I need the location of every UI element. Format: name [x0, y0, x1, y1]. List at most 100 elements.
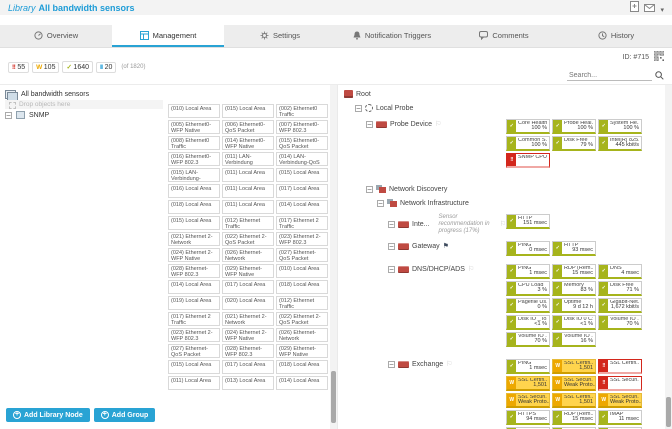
sensor-cell[interactable]: (015) Local Area — [222, 104, 274, 118]
sensor-cell[interactable]: (021) Ethernet 2-Network — [222, 312, 274, 326]
right-scrollbar[interactable] — [665, 85, 672, 429]
tree-node[interactable]: Root — [342, 89, 506, 99]
sensor-cell[interactable]: (015) Local Area — [168, 216, 220, 230]
sensor-cell[interactable]: (018) Local Area — [276, 360, 328, 374]
sensor-cell[interactable]: (017) Local Area — [276, 184, 328, 198]
sensor-badge[interactable]: ✓ Core Health 100 % — [506, 119, 550, 134]
tree-node[interactable]: Network Infrastructure — [342, 198, 506, 208]
collapse-icon[interactable] — [388, 360, 395, 368]
sensor-badge[interactable]: ✓ Probe Heal... 100 % — [552, 119, 596, 134]
new-report-icon[interactable] — [630, 0, 640, 17]
tree-node[interactable]: Probe Device ⚐ — [342, 119, 506, 129]
sensor-cell[interactable]: (027) Ethernet-QoS Packet — [168, 344, 220, 358]
sensor-cell[interactable]: (013) Local Area — [222, 376, 274, 390]
sensor-badge[interactable]: ✓ Pagefile Us... 0 % — [506, 298, 550, 313]
status-count[interactable]: !! 55 — [8, 61, 30, 73]
collapse-icon[interactable] — [388, 221, 395, 228]
collapse-icon[interactable] — [5, 111, 12, 119]
status-count[interactable]: II 20 — [96, 61, 117, 73]
flag-icon[interactable]: ⚐ — [435, 120, 441, 128]
sensor-cell[interactable]: (020) Local Area — [222, 296, 274, 310]
tree-node[interactable]: Inte... Sensor recommendation in progres… — [342, 214, 506, 235]
sensor-cell[interactable]: (024) Ethernet 2-WFP Native — [222, 328, 274, 342]
tab-history[interactable]: History — [560, 25, 672, 47]
sensor-cell[interactable]: (019) Local Area — [168, 296, 220, 310]
tree-node[interactable]: Local Probe — [342, 103, 506, 113]
sensor-cell[interactable]: (014) LAN-Verbindung-QoS — [276, 152, 328, 166]
sensor-badge[interactable]: ✓ System He... 100 % — [598, 119, 642, 134]
sensor-cell[interactable]: (007) Ethernet0-WFP 802.3 — [276, 120, 328, 134]
tree-node[interactable]: Network Discovery — [342, 184, 506, 194]
add-library-node-button[interactable]: Add Library Node — [6, 408, 90, 422]
status-count[interactable]: ✓ 1640 — [62, 61, 93, 73]
sensor-cell[interactable]: (005) Ethernet0-WFP Native — [168, 120, 220, 134]
left-scrollbar-thumb[interactable] — [331, 371, 336, 423]
sensor-badge[interactable]: W SSL Certifi... 1,501 — [552, 393, 596, 408]
sensor-cell[interactable]: (006) Ethernet0-QoS Packet — [222, 120, 274, 134]
sensor-cell[interactable]: (010) Local Area — [168, 104, 220, 118]
tree-node[interactable]: Exchange ⚐ — [342, 359, 506, 369]
sensor-cell[interactable]: (014) Local Area — [168, 280, 220, 294]
collapse-icon[interactable] — [388, 242, 395, 250]
sensor-cell[interactable]: (026) Ethernet-Network — [276, 328, 328, 342]
sensor-cell[interactable]: (022) Ethernet 2-QoS Packet — [222, 232, 274, 246]
sensor-cell[interactable]: (022) Ethernet 2-QoS Packet — [276, 312, 328, 326]
collapse-icon[interactable] — [388, 265, 395, 273]
sensor-badge[interactable]: ✓ PING 1 msec — [506, 359, 550, 374]
sensor-badge[interactable]: ✓ PING 1 msec — [506, 264, 550, 279]
sensor-cell[interactable]: (023) Ethernet 2-WFP 802.3 — [276, 232, 328, 246]
sensor-badge[interactable]: ✓ Intel[R] 825... 445 kbit/s — [598, 136, 642, 151]
collapse-icon[interactable] — [366, 120, 373, 128]
flag-icon[interactable]: ⚐ — [446, 360, 452, 368]
sensor-badge[interactable]: ✓ Volume IO ... 16 % — [552, 332, 596, 347]
sensor-cell[interactable]: (002) Ethernet0 Traffic — [276, 104, 328, 118]
status-count[interactable]: W 105 — [32, 61, 60, 73]
sensor-cell[interactable]: (015) LAN-Verbindung- — [168, 168, 220, 182]
sensor-badge[interactable]: ✓ Volume IO ... 70 % — [506, 332, 550, 347]
sensor-cell[interactable]: (017) Ethernet 2 Traffic — [276, 216, 328, 230]
sensor-cell[interactable]: (016) Local Area — [168, 184, 220, 198]
sensor-badge[interactable]: ✓ Disk Free 79 % — [552, 136, 596, 151]
sensor-cell[interactable]: (010) Local Area — [276, 264, 328, 278]
sensor-cell[interactable]: (018) Local Area — [276, 280, 328, 294]
sensor-cell[interactable]: (008) Ethernet0 Traffic — [168, 136, 220, 150]
sensor-cell[interactable]: (017) Local Area — [222, 360, 274, 374]
sensor-badge[interactable]: ✓ Disk Free 71 % — [598, 281, 642, 296]
sensor-badge[interactable]: ✓ Common S... 100 % — [506, 136, 550, 151]
qr-code-icon[interactable] — [653, 50, 665, 63]
collapse-icon[interactable] — [366, 185, 373, 193]
sensor-badge[interactable]: ✓ Memory 83 % — [552, 281, 596, 296]
sensor-badge[interactable]: W SSL Securi... Weak Proto... — [552, 376, 596, 391]
flag-icon[interactable]: ⚐ — [468, 265, 474, 273]
sensor-cell[interactable]: (011) Local Area — [222, 168, 274, 182]
sensor-badge[interactable]: !! SSL Securi... — [598, 376, 642, 391]
sensor-badge[interactable]: ✓ Disk IO 0 C: <1 % — [552, 315, 596, 330]
sensor-badge[interactable]: W SSL Certifi... 1,501 — [552, 359, 596, 374]
sensor-badge[interactable]: ✓ HTTP 151 msec — [506, 214, 550, 229]
collapse-icon[interactable] — [355, 104, 362, 112]
tree-node[interactable]: Gateway ⚑ — [342, 241, 506, 251]
tab-management[interactable]: Management — [112, 25, 224, 47]
sensor-cell[interactable]: (015) Local Area — [168, 360, 220, 374]
sensor-badge[interactable]: ✓ RDP (Rem... 15 msec — [552, 264, 596, 279]
sensor-cell[interactable]: (029) Ethernet-WFP Native — [276, 344, 328, 358]
sensor-cell[interactable]: (016) Ethernet0-WFP 802.3 — [168, 152, 220, 166]
sensor-badge[interactable]: ✓ PING 0 msec — [506, 241, 550, 256]
tab-overview[interactable]: Overview — [0, 25, 112, 47]
sensor-cell[interactable]: (011) Local Area — [222, 200, 274, 214]
sensor-cell[interactable]: (024) Ethernet 2-WFP Native — [168, 248, 220, 262]
sensor-badge[interactable]: ✓ Gigabit-Net... 1,672 kbit/s — [598, 298, 642, 313]
sensor-badge[interactable]: ✓ DNS 4 msec — [598, 264, 642, 279]
sensor-cell[interactable]: (017) Local Area — [222, 280, 274, 294]
sensor-cell[interactable]: (029) Ethernet-WFP Native — [222, 264, 274, 278]
sensor-cell[interactable]: (027) Ethernet-QoS Packet — [276, 248, 328, 262]
sensor-badge[interactable]: ✓ Uptime 9 d 12 h — [552, 298, 596, 313]
sensor-badge[interactable]: ✓ Disk IO _To... <1 % — [506, 315, 550, 330]
sensor-cell[interactable]: (026) Ethernet-Network — [222, 248, 274, 262]
sensor-cell[interactable]: (011) Local Area — [222, 184, 274, 198]
sensor-cell[interactable]: (012) Ethernet Traffic — [276, 296, 328, 310]
sensor-cell[interactable]: (011) LAN-Verbindung — [222, 152, 274, 166]
sensor-badge[interactable]: ✓ CPU Load 3 % — [506, 281, 550, 296]
search-input[interactable] — [567, 71, 652, 81]
sensor-badge[interactable]: !! SSL Certifi... — [598, 359, 642, 374]
